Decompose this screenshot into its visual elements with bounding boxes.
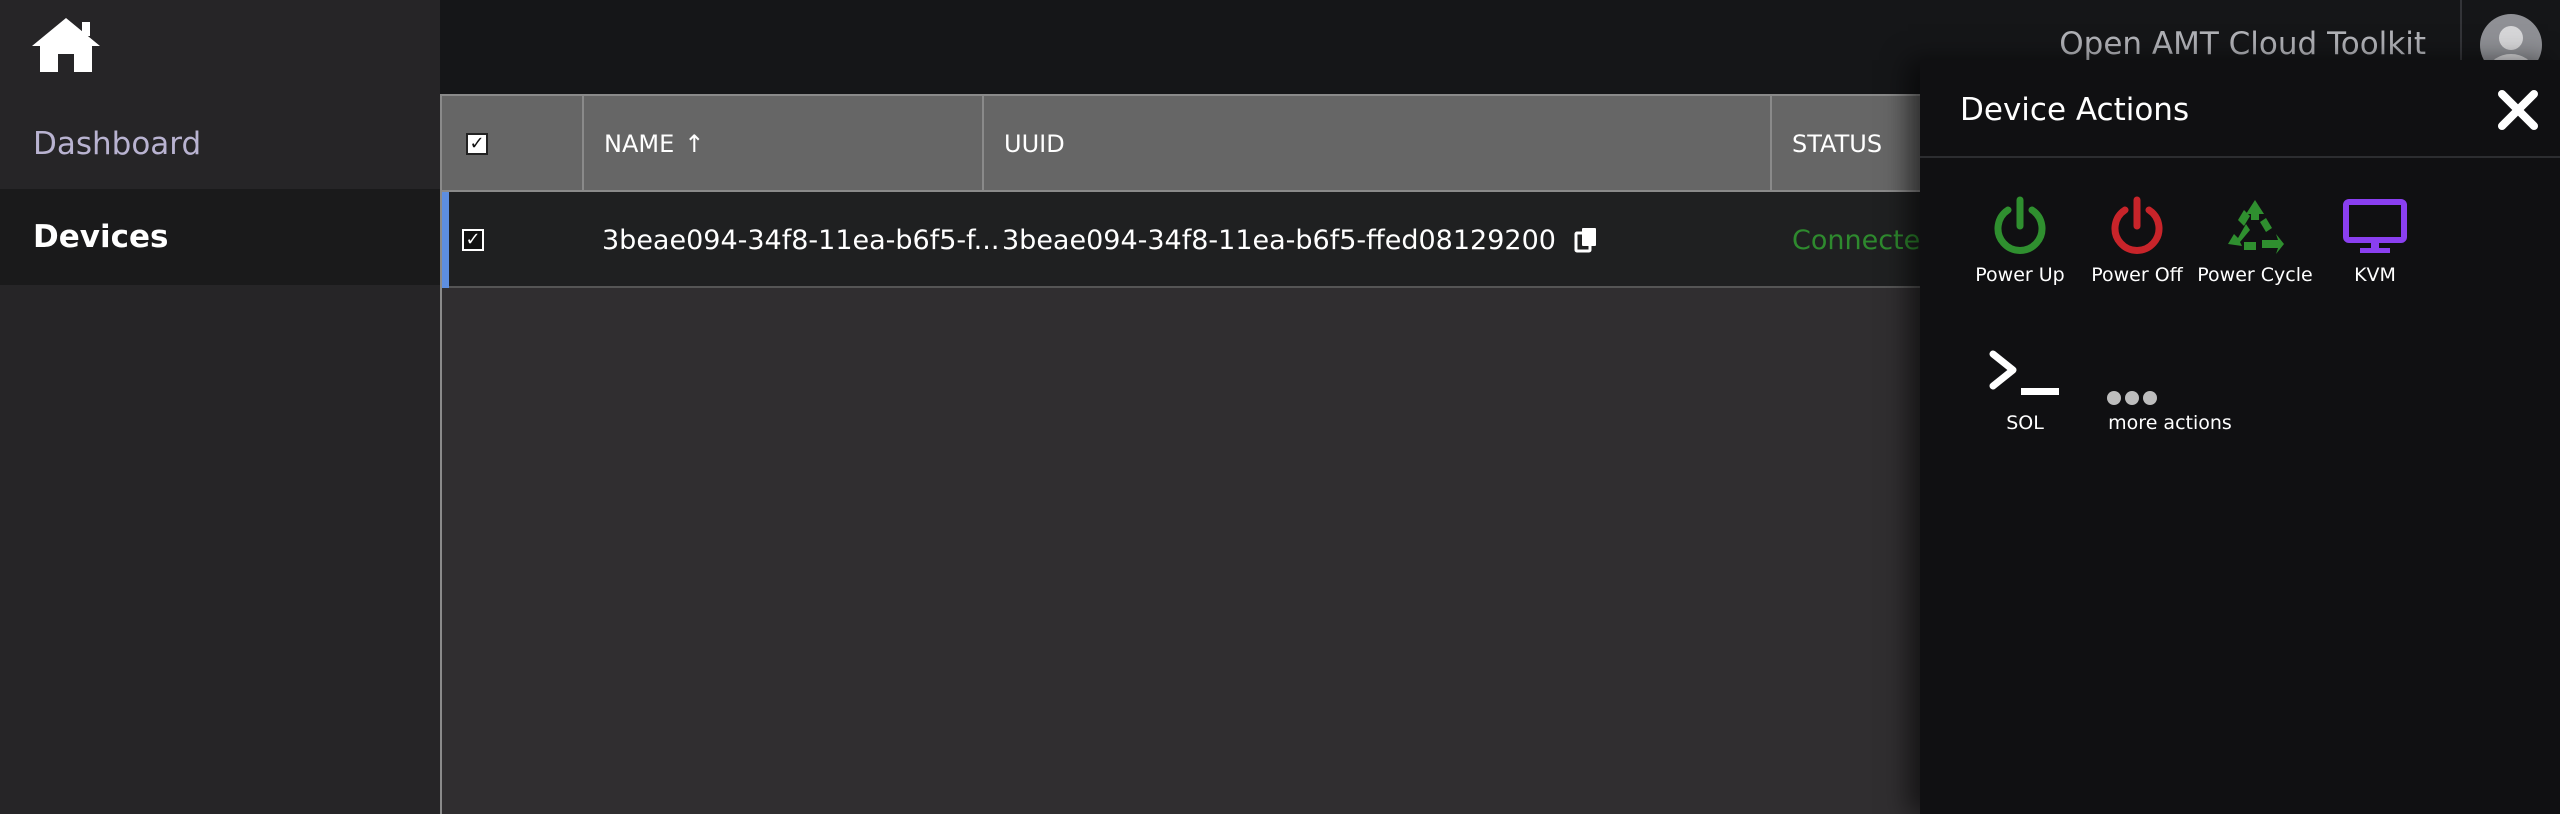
sidebar-item-label: Devices [33,219,169,255]
device-actions-drawer: Device Actions [1920,60,2560,814]
select-all-cell: ✓ [442,96,584,192]
device-uuid: 3beae094-34f8-11ea-b6f5-ffed08129200 [1002,224,1556,256]
column-header-label: UUID [1004,130,1065,158]
app-title: Open AMT Cloud Toolkit [2059,26,2426,62]
column-header-label: NAME [604,130,675,158]
monitor-icon [2343,199,2407,253]
row-checkbox[interactable]: ✓ [462,229,484,251]
recycle-icon [2228,200,2284,254]
power-up-button[interactable]: Power Up [1955,196,2085,286]
kvm-button[interactable]: KVM [2310,196,2440,286]
power-off-button[interactable]: Power Off [2072,196,2202,286]
copy-icon[interactable] [1574,227,1598,253]
drawer-header: Device Actions [1920,60,2560,158]
select-all-checkbox[interactable]: ✓ [466,133,488,155]
action-label: SOL [2006,412,2044,434]
sidebar-item-label: Dashboard [33,126,202,162]
row-selected-indicator [442,192,449,288]
sort-arrow-up-icon: ↑ [684,130,705,158]
action-label: more actions [2108,412,2232,434]
device-name-cell[interactable]: 3beae094-34f8-11ea-b6f5-f... [602,192,999,288]
terminal-icon [1989,350,2059,395]
power-cycle-button[interactable]: Power Cycle [2190,196,2320,286]
sol-button[interactable]: SOL [1960,344,2090,434]
sidebar-item-dashboard[interactable]: Dashboard [0,96,440,192]
sidebar-item-devices[interactable]: Devices [0,189,440,285]
action-label: Power Off [2091,264,2183,286]
power-icon [1994,196,2046,254]
column-header-label: STATUS [1792,130,1883,158]
sidebar: Dashboard Devices [0,0,440,814]
close-button[interactable] [2494,86,2542,134]
drawer-title: Device Actions [1960,92,2190,128]
row-check-cell: ✓ [462,192,562,288]
close-icon [2498,90,2538,130]
home-icon[interactable] [28,14,104,76]
more-dots-icon [2107,391,2157,405]
action-label: KVM [2354,264,2396,286]
action-label: Power Cycle [2197,264,2313,286]
action-label: Power Up [1975,264,2065,286]
device-uuid-cell: 3beae094-34f8-11ea-b6f5-ffed08129200 [1002,192,1782,288]
column-header-name[interactable]: NAME ↑ [584,96,984,192]
power-icon [2111,196,2163,254]
column-header-uuid[interactable]: UUID [984,96,1772,192]
more-actions-button[interactable]: more actions [2100,344,2240,434]
